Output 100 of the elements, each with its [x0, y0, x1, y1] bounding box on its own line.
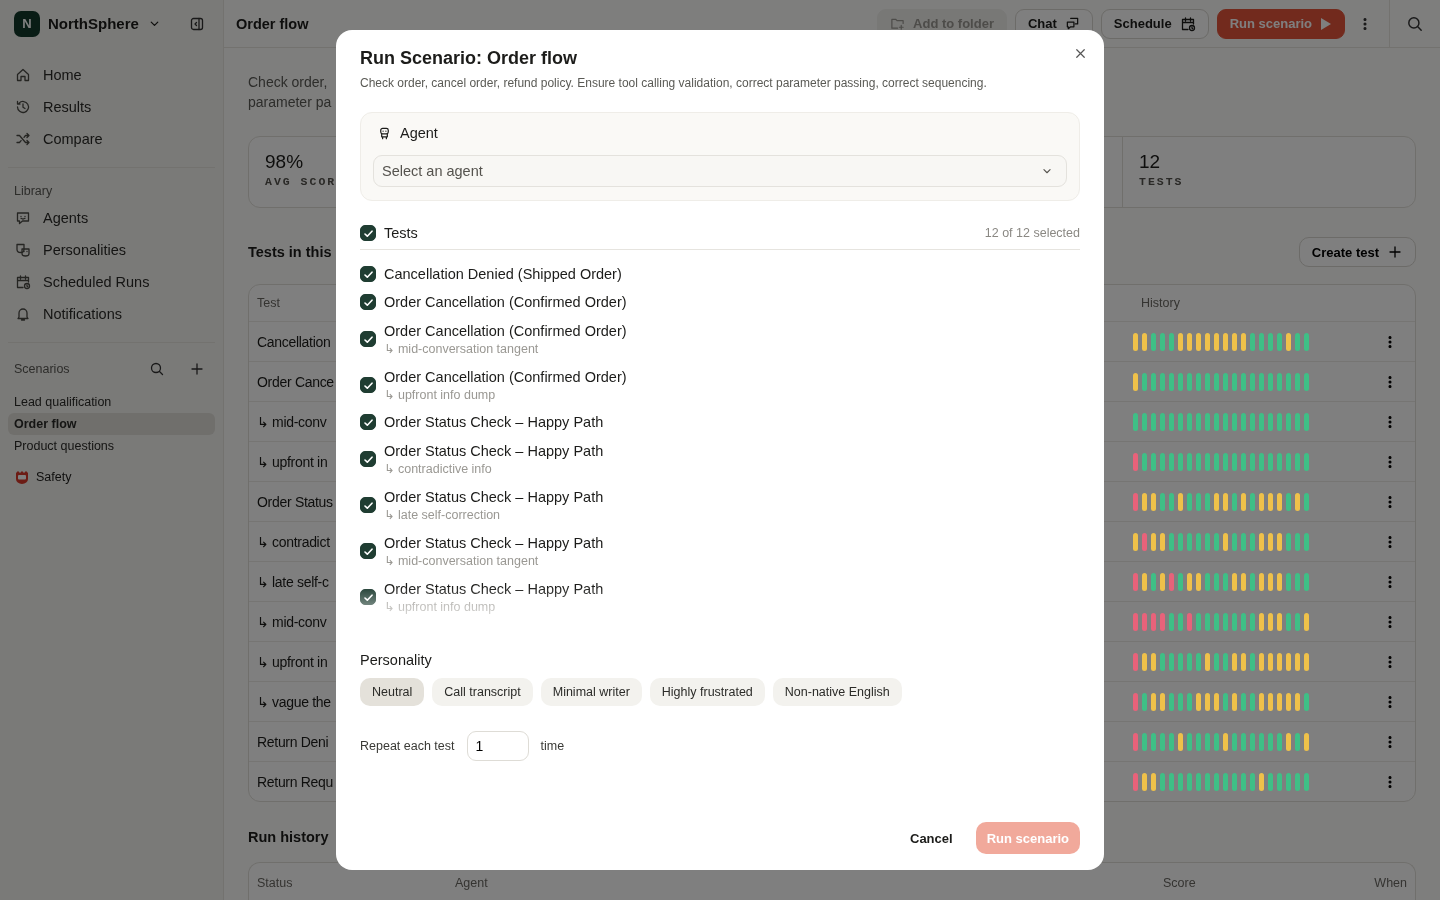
folder-plus-icon [890, 16, 906, 31]
cancel-button[interactable]: Cancel [899, 822, 964, 854]
close-icon [1073, 46, 1088, 61]
test-title: Order Status Check – Happy Path [384, 534, 604, 553]
robot-icon [377, 125, 392, 141]
checkbox[interactable] [360, 331, 376, 347]
toolbar-button[interactable]: Run scenario [1216, 8, 1345, 39]
checkbox[interactable] [360, 266, 376, 282]
checkbox[interactable] [360, 451, 376, 467]
column-header: Status [256, 876, 294, 890]
check-icon [363, 229, 373, 237]
chat-bubbles-icon [1064, 16, 1080, 31]
stat-value: 98% [265, 151, 305, 173]
home-icon [15, 67, 31, 83]
dialog-title: Run Scenario: Order flow [360, 48, 579, 69]
repeat-unit: time [540, 739, 565, 753]
column-header: Agent [454, 876, 489, 890]
nav-item[interactable]: Notifications [8, 298, 215, 330]
personality-chip[interactable]: Highly frustrated [649, 678, 765, 706]
test-title: Order Cancellation (Confirmed Order) [384, 293, 627, 312]
workspace-name[interactable]: NorthSphere [48, 15, 139, 32]
check-icon [363, 418, 373, 426]
stat-label: TESTS [1139, 175, 1185, 188]
table-cell: Return Deni [257, 733, 329, 750]
scenario-description: Check order, parameter pa [248, 73, 333, 112]
test-title: Order Status Check – Happy Path [384, 442, 604, 461]
test-title: Order Cancellation (Confirmed Order) [384, 368, 627, 387]
tests-label: Tests [384, 225, 419, 241]
emblem-icon [14, 469, 30, 485]
section-heading: Tests in this [248, 244, 332, 260]
nav-item[interactable]: Home [8, 59, 215, 91]
checkbox[interactable] [360, 414, 376, 430]
scenario-item[interactable]: Order flow [8, 413, 215, 435]
repeat-input[interactable]: 1 [466, 731, 529, 761]
test-title: Order Status Check – Happy Path [384, 413, 604, 432]
nav-item[interactable]: Scheduled Runs [8, 266, 215, 298]
calendar-icon [1179, 15, 1196, 32]
test-title: Order Status Check – Happy Path [384, 580, 604, 599]
table-cell: ↳ late self-c [257, 573, 329, 590]
plus-icon [1387, 244, 1403, 260]
checkbox[interactable] [360, 294, 376, 310]
agent-select[interactable]: Select an agent [373, 155, 1067, 187]
test-variant: ↳ late self-correction [384, 507, 502, 523]
test-title: Order Status Check – Happy Path [384, 488, 604, 507]
checkbox[interactable] [360, 589, 376, 605]
search-icon [149, 361, 165, 377]
table-cell: ↳ vague the [257, 693, 331, 710]
repeat-label: Repeat each test [360, 739, 455, 753]
nav-item[interactable]: Compare [8, 123, 215, 155]
scenario-item[interactable]: Lead qualification [8, 391, 215, 413]
table-cell: ↳ contradict [257, 533, 330, 550]
plus-icon [189, 361, 205, 377]
section-label: Scenarios [14, 362, 71, 376]
chat-face-icon [15, 210, 31, 226]
personality-chip[interactable]: Non-native English [772, 678, 902, 706]
masks-icon [15, 242, 31, 258]
stat-label: AVG SCOR [265, 175, 337, 188]
checkbox[interactable] [360, 543, 376, 559]
personality-chip[interactable]: Minimal writer [540, 678, 642, 706]
bell-icon [15, 306, 31, 322]
nav-item[interactable]: Results [8, 91, 215, 123]
test-variant: ↳ contradictive info [384, 461, 493, 477]
check-icon [363, 335, 373, 343]
play-icon [1320, 16, 1332, 31]
nav-item[interactable]: Personalities [8, 234, 215, 266]
table-cell: Return Requ [257, 773, 334, 790]
scenario-item[interactable]: Product questions [8, 435, 215, 457]
nav-item[interactable]: Agents [8, 202, 215, 234]
check-icon [363, 298, 373, 306]
section-label: Library [13, 183, 54, 200]
table-cell: ↳ mid-conv [257, 613, 327, 630]
sidebar-icon [189, 15, 205, 32]
column-header: Test [257, 296, 280, 310]
table-cell: ↳ upfront in [257, 653, 328, 670]
selection-count: 12 of 12 selected [984, 226, 1080, 240]
table-cell: Order Cance [257, 373, 334, 390]
checkbox[interactable] [360, 225, 376, 241]
check-icon [363, 381, 373, 389]
check-icon [363, 547, 373, 555]
test-title: Order Cancellation (Confirmed Order) [384, 322, 627, 341]
test-title: Cancellation Denied (Shipped Order) [384, 265, 622, 284]
checkbox[interactable] [360, 377, 376, 393]
shuffle-icon [15, 131, 31, 147]
personality-chip[interactable]: Call transcript [432, 678, 533, 706]
search-icon [1406, 14, 1424, 33]
table-cell: ↳ mid-conv [257, 413, 327, 430]
workspace-logo[interactable]: N [14, 10, 40, 37]
test-variant: ↳ mid-conversation tangent [384, 341, 540, 357]
test-variant: ↳ upfront info dump [384, 599, 497, 615]
personality-chip[interactable]: Neutral [360, 678, 425, 706]
column-header: Score [1162, 876, 1197, 890]
checkbox[interactable] [360, 497, 376, 513]
toolbar-button[interactable]: Schedule [1100, 8, 1209, 39]
check-icon [363, 501, 373, 509]
table-cell: Cancellation [257, 333, 331, 350]
create-test-button[interactable]: Create test [1298, 237, 1416, 267]
check-icon [363, 270, 373, 278]
personality-label: Personality [360, 652, 433, 668]
folder-label[interactable]: Safety [36, 470, 72, 484]
column-header: History [1141, 296, 1180, 310]
